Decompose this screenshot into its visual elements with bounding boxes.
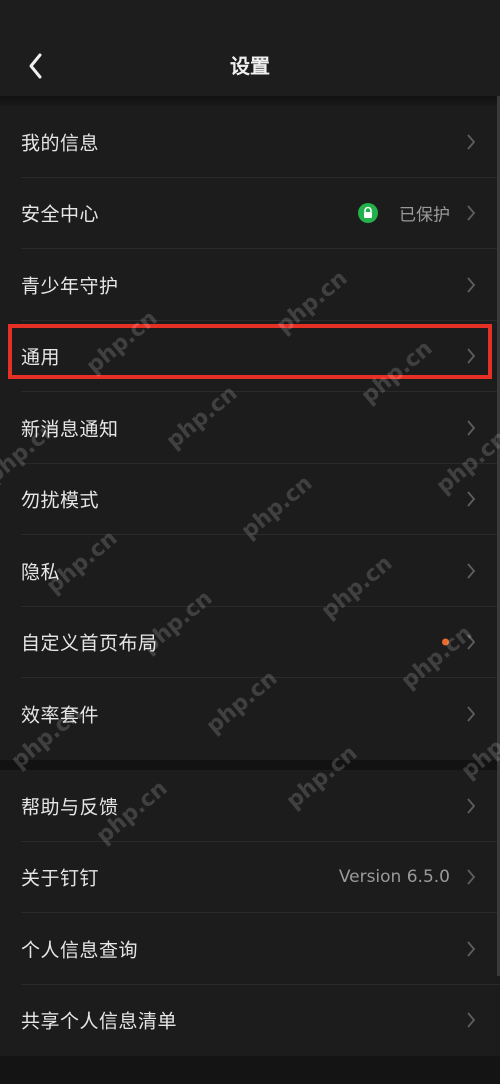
section-gap bbox=[0, 760, 500, 770]
chevron-right-icon bbox=[467, 491, 476, 507]
settings-item-label: 关于钉钉 bbox=[21, 867, 100, 890]
settings-item-label: 共享个人信息清单 bbox=[21, 1010, 178, 1033]
settings-item-label: 通用 bbox=[21, 346, 61, 369]
shield-lock-icon bbox=[358, 203, 378, 224]
settings-item-youth-guard[interactable]: 青少年守护 bbox=[0, 249, 500, 321]
settings-item-security-center[interactable]: 安全中心 已保护 bbox=[0, 178, 500, 249]
chevron-right-icon bbox=[467, 563, 476, 579]
app-version: Version 6.5.0 bbox=[338, 867, 450, 888]
security-status: 已保护 bbox=[399, 205, 450, 226]
settings-item-label: 青少年守护 bbox=[21, 275, 119, 298]
settings-item-shared-info-list[interactable]: 共享个人信息清单 bbox=[0, 985, 500, 1057]
settings-item-custom-home-layout[interactable]: 自定义首页布局 bbox=[0, 607, 500, 678]
nav-bar: 设置 bbox=[0, 0, 500, 96]
page-title: 设置 bbox=[230, 54, 270, 78]
settings-item-label: 效率套件 bbox=[21, 704, 100, 727]
settings-item-label: 隐私 bbox=[21, 561, 61, 584]
settings-item-general[interactable]: 通用 bbox=[0, 321, 500, 392]
chevron-right-icon bbox=[467, 134, 476, 150]
chevron-right-icon bbox=[467, 348, 476, 364]
settings-item-label: 新消息通知 bbox=[21, 418, 119, 441]
chevron-right-icon bbox=[467, 706, 476, 722]
settings-item-label: 自定义首页布局 bbox=[21, 632, 158, 655]
settings-item-label: 勿扰模式 bbox=[21, 489, 100, 512]
settings-item-my-info[interactable]: 我的信息 bbox=[0, 106, 500, 178]
settings-item-help-feedback[interactable]: 帮助与反馈 bbox=[0, 770, 500, 842]
chevron-right-icon bbox=[467, 634, 476, 650]
chevron-right-icon bbox=[467, 277, 476, 293]
chevron-right-icon bbox=[467, 941, 476, 957]
chevron-right-icon bbox=[467, 798, 476, 814]
settings-item-about-dingtalk[interactable]: 关于钉钉 Version 6.5.0 bbox=[0, 842, 500, 913]
settings-group-main: 我的信息 安全中心 已保护 青少年守护 通用 新消息通知 勿扰模式 隐私 自定义… bbox=[0, 106, 500, 760]
settings-group-about: 帮助与反馈 关于钉钉 Version 6.5.0 个人信息查询 共享个人信息清单 bbox=[0, 770, 500, 1056]
chevron-right-icon bbox=[467, 205, 476, 221]
bottom-area bbox=[0, 1056, 500, 1084]
settings-item-efficiency-suite[interactable]: 效率套件 bbox=[0, 678, 500, 750]
chevron-right-icon bbox=[467, 1012, 476, 1028]
settings-item-label: 安全中心 bbox=[21, 203, 100, 226]
settings-item-label: 帮助与反馈 bbox=[21, 796, 119, 819]
header-divider bbox=[0, 96, 500, 106]
settings-item-do-not-disturb[interactable]: 勿扰模式 bbox=[0, 464, 500, 535]
settings-item-personal-info-query[interactable]: 个人信息查询 bbox=[0, 913, 500, 985]
settings-item-privacy[interactable]: 隐私 bbox=[0, 535, 500, 607]
new-badge-dot bbox=[442, 638, 449, 646]
settings-item-new-message-notification[interactable]: 新消息通知 bbox=[0, 392, 500, 464]
settings-item-label: 个人信息查询 bbox=[21, 939, 139, 962]
chevron-right-icon bbox=[467, 420, 476, 436]
settings-item-label: 我的信息 bbox=[21, 132, 100, 155]
chevron-right-icon bbox=[467, 869, 476, 885]
